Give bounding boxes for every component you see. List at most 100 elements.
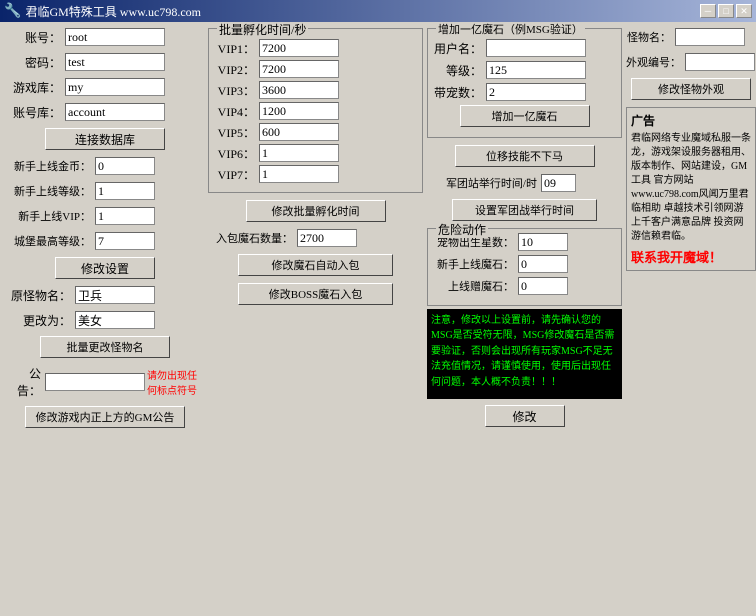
vip2-input[interactable] — [259, 60, 339, 78]
vip7-label: VIP7： — [215, 166, 255, 183]
modify-settings-button[interactable]: 修改设置 — [55, 257, 155, 279]
level-label: 等级： — [434, 62, 482, 79]
castle-level-label: 城堡最高等级： — [6, 233, 91, 249]
inpack-input[interactable]: 2700 — [297, 229, 357, 247]
newbie-vip-label: 新手上线VIP： — [6, 208, 91, 224]
vip3-label: VIP3： — [215, 82, 255, 99]
vip3-input[interactable] — [259, 81, 339, 99]
modify-auto-button[interactable]: 修改魔石自动入包 — [238, 254, 393, 276]
vip2-row: VIP2： — [215, 60, 416, 78]
army-row: 军团站举行时间/时 — [427, 174, 622, 192]
accountdb-input[interactable]: account — [65, 103, 165, 121]
minimize-button[interactable]: ─ — [700, 4, 716, 18]
newbie-level-input[interactable]: 1 — [95, 182, 155, 200]
danger-title: 危险动作 — [436, 221, 488, 238]
add-stone-title: 增加一亿魔石（例MSG验证） — [436, 22, 585, 37]
accountdb-label: 账号库： — [6, 104, 61, 121]
newbie-vip-row: 新手上线VIP： 1 — [6, 207, 204, 225]
vip3-row: VIP3： — [215, 81, 416, 99]
gamedb-row: 游戏库： my — [6, 78, 204, 96]
change-to-label: 更改为： — [6, 312, 71, 329]
army-input[interactable] — [541, 174, 576, 192]
announcement-input[interactable] — [45, 373, 145, 391]
new-online-stone-label: 新手上线魔石： — [434, 256, 514, 272]
gamedb-input[interactable]: my — [65, 78, 165, 96]
connect-db-button[interactable]: 连接数据库 — [45, 128, 165, 150]
danger-group: 危险动作 宠物出生星数： 新手上线魔石： 上线赠魔石： — [427, 228, 622, 306]
vip6-row: VIP6： — [215, 144, 416, 162]
carriage-label: 带宠数： — [434, 84, 482, 101]
modify-boss-button[interactable]: 修改BOSS魔石入包 — [238, 283, 393, 305]
mid-panel: 批量孵化时间/秒 VIP1： VIP2： VIP3： VIP4： VIP5： — [208, 28, 423, 610]
vip4-input[interactable] — [259, 102, 339, 120]
ad-red-text: 联系我开魔域！ — [631, 247, 751, 266]
window-title: 君临GM特殊工具 www.uc798.com — [25, 3, 700, 20]
move-skill-button[interactable]: 位移技能不下马 — [455, 145, 595, 167]
title-bar: 🔧 君临GM特殊工具 www.uc798.com ─ □ ✕ — [0, 0, 756, 22]
vip4-label: VIP4： — [215, 103, 255, 120]
newbie-gold-row: 新手上线金币： 0 — [6, 157, 204, 175]
online-gift-label: 上线赠魔石： — [434, 278, 514, 294]
account-label: 账号： — [6, 29, 61, 46]
castle-level-input[interactable]: 7 — [95, 232, 155, 250]
vip6-input[interactable] — [259, 144, 339, 162]
new-online-stone-input[interactable] — [518, 255, 568, 273]
hatch-group-title: 批量孵化时间/秒 — [217, 22, 308, 38]
add-stone-group: 增加一亿魔石（例MSG验证） 用户名： 等级： 带宠数： 增加一亿魔石 — [427, 28, 622, 138]
modify-hatch-button[interactable]: 修改批量孵化时间 — [246, 200, 386, 222]
newbie-gold-label: 新手上线金币： — [6, 158, 91, 174]
far-right-panel: 怪物名： 外观编号： 修改怪物外观 广告 君临网络专业魔域私服一条龙，游戏架设服… — [626, 28, 756, 610]
level-input[interactable] — [486, 61, 586, 79]
close-button[interactable]: ✕ — [736, 4, 752, 18]
vip7-input[interactable] — [259, 165, 339, 183]
inpack-row: 入包魔石数量： 2700 — [208, 229, 423, 247]
vip5-row: VIP5： — [215, 123, 416, 141]
original-monster-input[interactable]: 卫兵 — [75, 286, 155, 304]
account-row: 账号： root — [6, 28, 204, 46]
online-gift-input[interactable] — [518, 277, 568, 295]
vip6-label: VIP6： — [215, 145, 255, 162]
carriage-input[interactable] — [486, 83, 586, 101]
vip1-label: VIP1： — [215, 40, 255, 57]
original-monster-label: 原怪物名： — [6, 287, 71, 304]
announcement-hint: 请勿出现任何标点符号 — [147, 367, 204, 397]
monster-name-input[interactable] — [675, 28, 745, 46]
left-panel: 账号： root 密码： test 游戏库： my 账号库： account 连… — [6, 28, 204, 610]
maximize-button[interactable]: □ — [718, 4, 734, 18]
username-input[interactable] — [486, 39, 586, 57]
vip7-row: VIP7： — [215, 165, 416, 183]
monster-name-row: 怪物名： — [626, 28, 756, 46]
level-row: 等级： — [434, 61, 615, 79]
username-label: 用户名： — [434, 40, 482, 57]
vip2-label: VIP2： — [215, 61, 255, 78]
account-input[interactable]: root — [65, 28, 165, 46]
modify-appearance-button[interactable]: 修改怪物外观 — [631, 78, 751, 100]
change-to-row: 更改为： 美女 — [6, 311, 204, 329]
announcement-row: 公告： 请勿出现任何标点符号 — [6, 365, 204, 399]
inpack-label: 入包魔石数量： — [208, 230, 293, 246]
newbie-level-label: 新手上线等级： — [6, 183, 91, 199]
window-controls[interactable]: ─ □ ✕ — [700, 4, 752, 18]
carriage-row: 带宠数： — [434, 83, 615, 101]
vip5-input[interactable] — [259, 123, 339, 141]
change-to-input[interactable]: 美女 — [75, 311, 155, 329]
newbie-vip-input[interactable]: 1 — [95, 207, 155, 225]
hatch-group: 批量孵化时间/秒 VIP1： VIP2： VIP3： VIP4： VIP5： — [208, 28, 423, 193]
pet-star-input[interactable] — [518, 233, 568, 251]
vip1-input[interactable] — [259, 39, 339, 57]
appearance-input[interactable] — [685, 53, 755, 71]
password-input[interactable]: test — [65, 53, 165, 71]
modify-announcement-button[interactable]: 修改游戏内正上方的GM公告 — [25, 406, 185, 428]
newbie-gold-input[interactable]: 0 — [95, 157, 155, 175]
army-button[interactable]: 设置军团战举行时间 — [452, 199, 597, 221]
batch-change-monster-button[interactable]: 批量更改怪物名 — [40, 336, 170, 358]
army-label: 军团站举行时间/时 — [427, 175, 537, 191]
modify-button[interactable]: 修改 — [485, 405, 565, 427]
password-label: 密码： — [6, 54, 61, 71]
castle-level-row: 城堡最高等级： 7 — [6, 232, 204, 250]
add-stone-button[interactable]: 增加一亿魔石 — [460, 105, 590, 127]
announcement-label: 公告： — [6, 365, 41, 399]
vip1-row: VIP1： — [215, 39, 416, 57]
monster-name-label: 怪物名： — [626, 29, 671, 45]
vip5-label: VIP5： — [215, 124, 255, 141]
